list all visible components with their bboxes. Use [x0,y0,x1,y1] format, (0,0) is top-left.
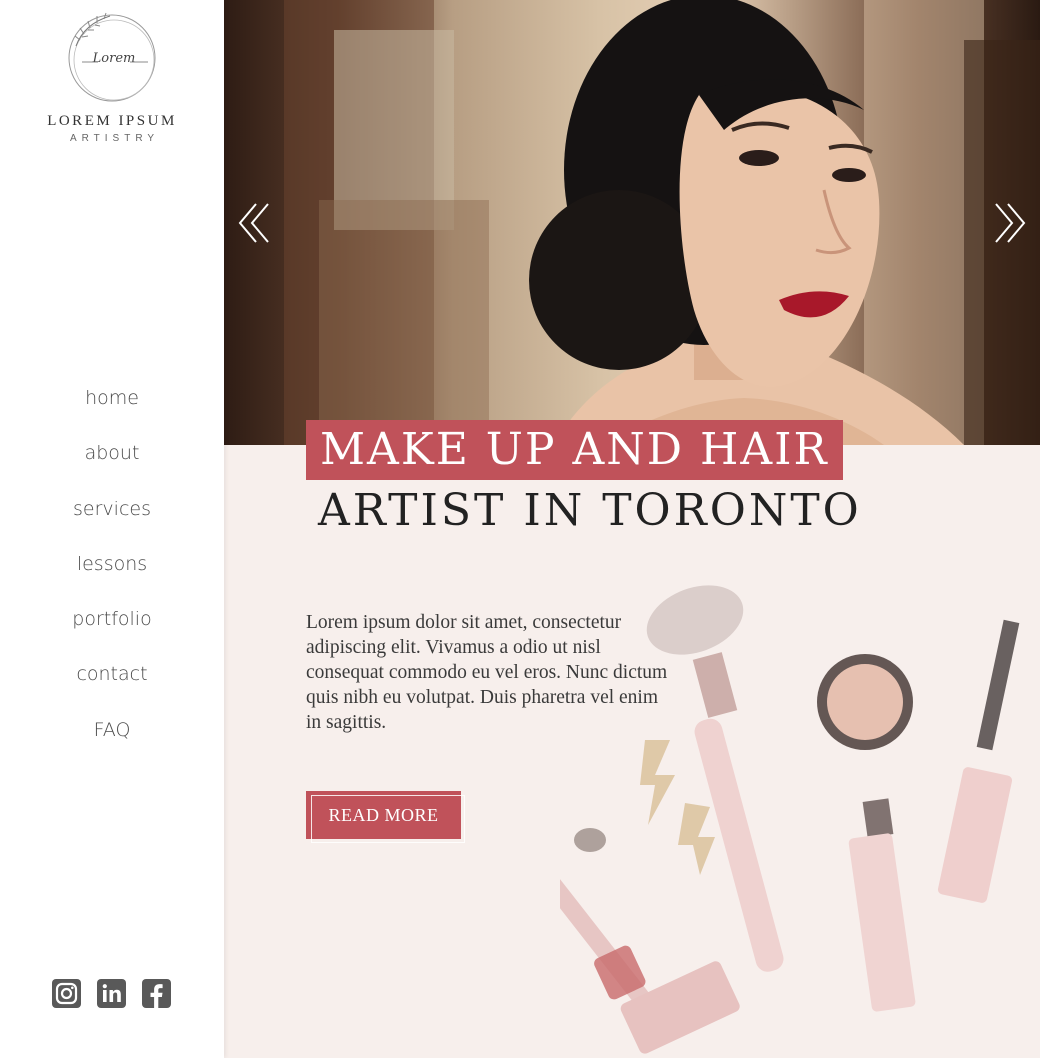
nav-item-lessons[interactable]: lessons [0,550,224,605]
double-chevron-right-icon[interactable] [992,200,1028,246]
linkedin-icon[interactable] [97,979,126,1008]
brand-tagline: ARTISTRY [69,133,160,144]
main-nav: home about services lessons portfolio co… [0,384,224,771]
logo[interactable]: Lorem LOREM IPSUM ARTISTRY [0,10,224,144]
nav-item-portfolio[interactable]: portfolio [0,605,224,660]
nav-item-home[interactable]: home [0,384,224,439]
logo-script-text: Lorem [92,51,136,66]
social-links [52,979,171,1008]
logo-wreath-icon: Lorem [68,12,156,102]
nav-item-about[interactable]: about [0,439,224,494]
intro-text: Lorem ipsum dolor sit amet, consectetur … [306,611,668,733]
read-more-button[interactable]: READ MORE [306,791,465,843]
nav-item-services[interactable]: services [0,495,224,550]
instagram-icon[interactable] [52,979,81,1008]
headline-line-2: ARTIST IN TORONTO [318,485,862,536]
facebook-icon[interactable] [142,979,171,1008]
headline-line-1: MAKE UP AND HAIR [306,420,843,480]
hero-portrait-image [284,0,1040,445]
nav-item-faq[interactable]: FAQ [0,716,224,771]
double-chevron-left-icon[interactable] [236,200,272,246]
nav-item-contact[interactable]: contact [0,660,224,715]
sidebar: Lorem LOREM IPSUM ARTISTRY home about se… [0,0,224,1058]
hero-slider [224,0,1040,445]
brand-name: LOREM IPSUM [47,113,177,129]
